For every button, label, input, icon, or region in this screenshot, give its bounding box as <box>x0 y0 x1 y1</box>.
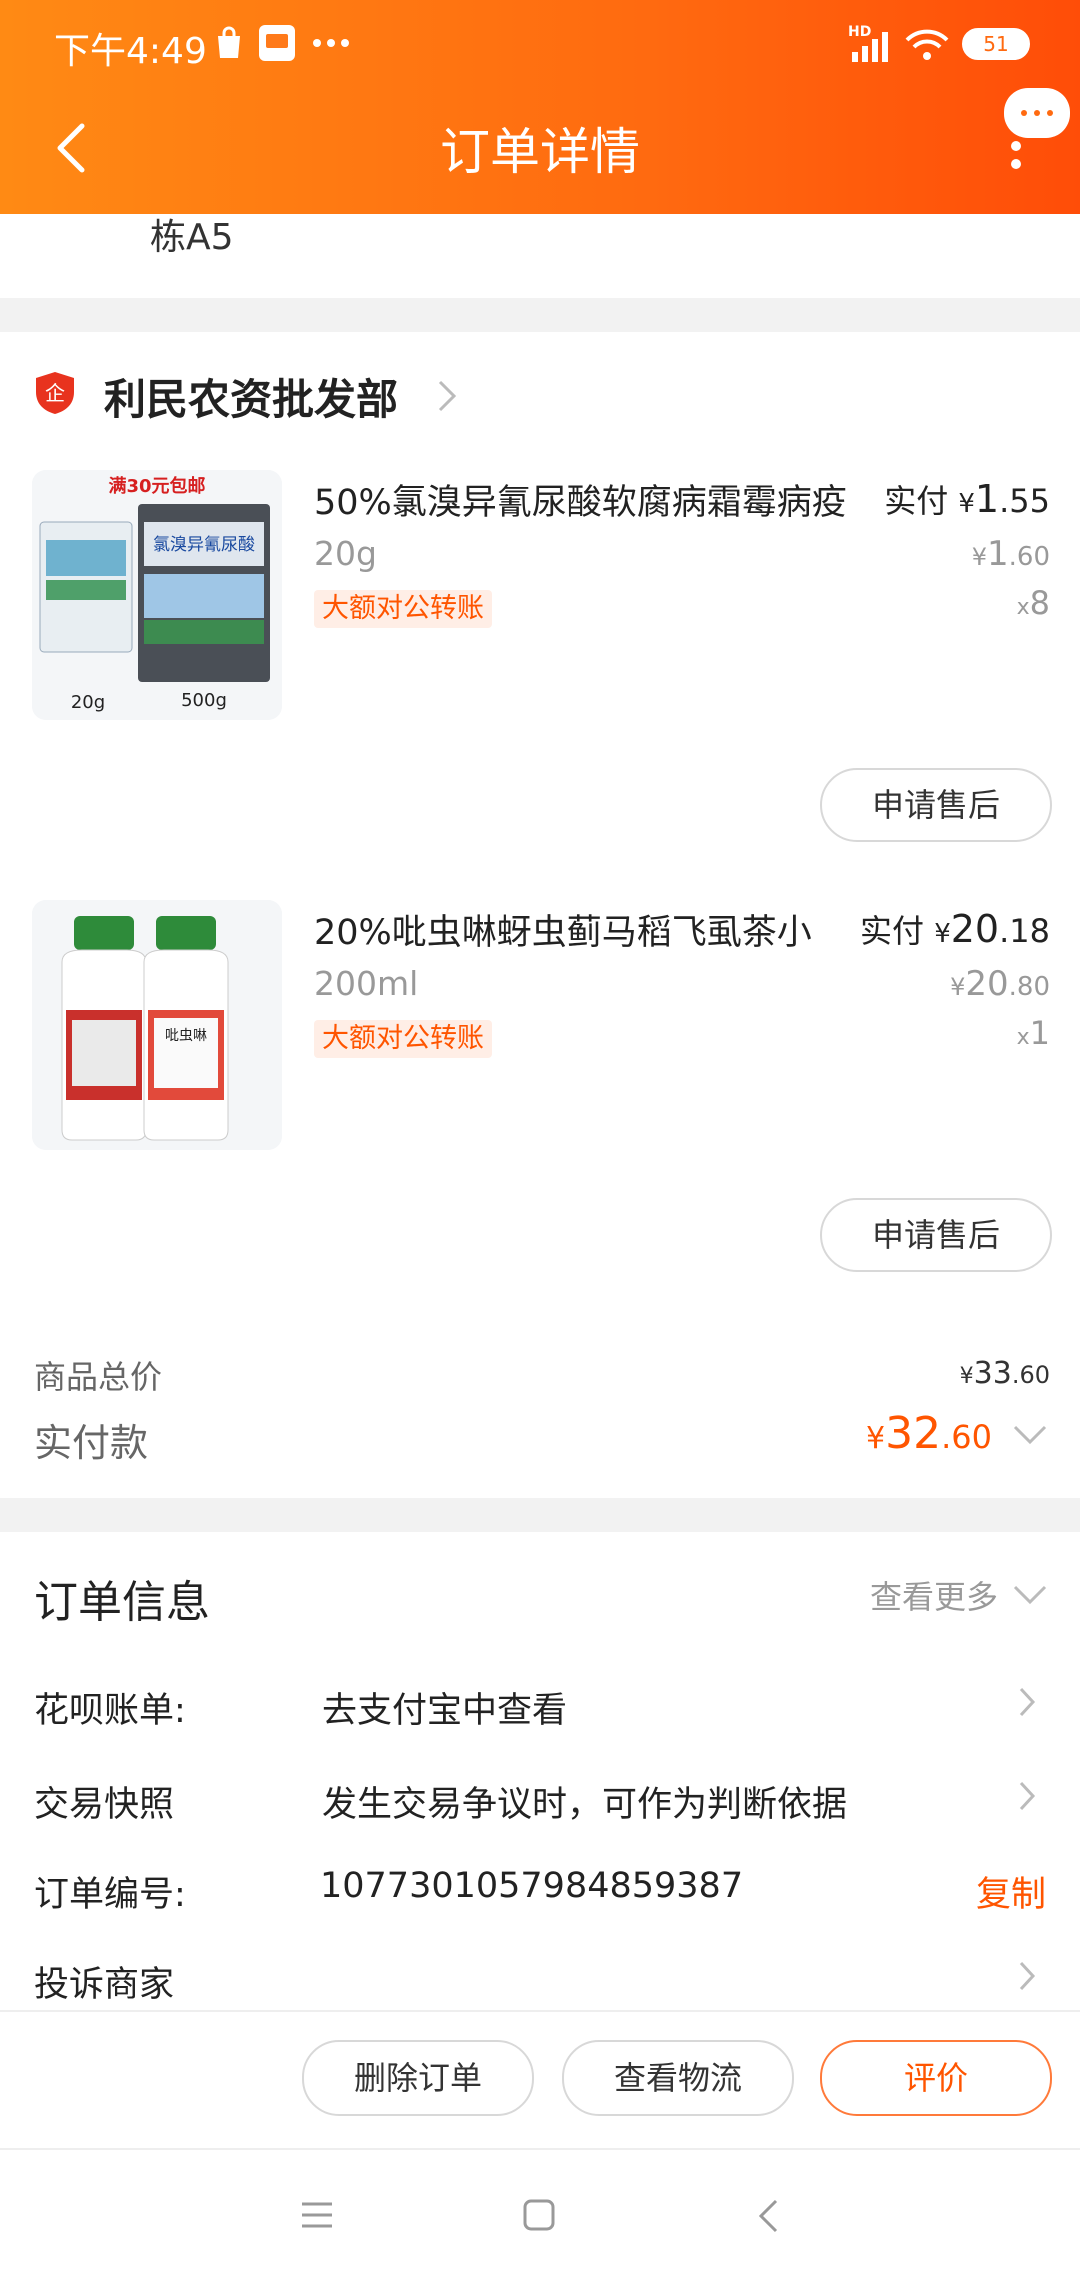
signal-icon <box>852 32 888 62</box>
battery-level: 51 <box>983 32 1009 56</box>
chevron-down-icon[interactable] <box>1012 1584 1048 1606</box>
chevron-right-icon[interactable] <box>436 378 458 414</box>
product-paid-price: 实付 ¥1.55 <box>884 477 1050 521</box>
bottom-bar-divider <box>0 2010 1080 2012</box>
view-logistics-button[interactable]: 查看物流 <box>562 2040 794 2116</box>
chevron-down-icon[interactable] <box>1012 1424 1048 1446</box>
product-title[interactable]: 50%氯溴异氰尿酸软腐病霜霉病疫 <box>314 474 847 525</box>
order-number-label: 订单编号: <box>34 1875 186 1915</box>
product-spec: 20g <box>314 534 377 573</box>
address-text: 栋A5 <box>150 217 234 258</box>
huabei-bill-label: 花呗账单: <box>34 1691 186 1731</box>
svg-text:500g: 500g <box>181 690 227 711</box>
product-original-price: ¥20.80 <box>950 964 1050 1004</box>
shop-name[interactable]: 利民农资批发部 <box>104 366 398 427</box>
page-title: 订单详情 <box>440 123 640 181</box>
paid-label: 实付款 <box>34 1421 149 1465</box>
more-notifications-icon <box>313 39 349 47</box>
product-image[interactable]: 满30元包邮 氯溴异氰尿酸 20g 500g <box>32 470 282 720</box>
svg-text:吡虫啉: 吡虫啉 <box>165 1028 207 1044</box>
product-image[interactable]: 吡虫啉 <box>32 900 282 1150</box>
svg-text:企: 企 <box>45 381 65 405</box>
chevron-right-icon[interactable] <box>1018 1686 1036 1718</box>
message-bubble-icon[interactable] <box>1004 88 1070 138</box>
nav-bar-divider <box>0 2148 1080 2150</box>
product-quantity: x8 <box>1016 584 1050 622</box>
svg-text:满30元包邮: 满30元包邮 <box>108 475 205 497</box>
product-quantity: x1 <box>1016 1014 1050 1052</box>
battery-indicator: 51 <box>962 28 1030 60</box>
section-divider <box>0 1498 1080 1532</box>
subtotal-label: 商品总价 <box>34 1358 163 1396</box>
mi-store-icon <box>259 25 295 61</box>
copy-button[interactable]: 复制 <box>976 1866 1046 1917</box>
enterprise-shield-icon: 企 <box>36 372 74 414</box>
menu-icon[interactable] <box>300 2200 334 2230</box>
wifi-icon <box>905 29 949 60</box>
delete-order-button[interactable]: 删除订单 <box>302 2040 534 2116</box>
product-title[interactable]: 20%吡虫啉蚜虫蓟马稻飞虱茶小 <box>314 904 812 955</box>
system-back-icon[interactable] <box>756 2198 780 2234</box>
svg-text:20g: 20g <box>71 692 105 713</box>
order-number-value: 1077301057984859387 <box>320 1866 744 1906</box>
chevron-right-icon[interactable] <box>1018 1960 1036 1992</box>
status-time: 下午4:49 <box>54 31 207 72</box>
review-button[interactable]: 评价 <box>820 2040 1052 2116</box>
snapshot-link[interactable]: 发生交易争议时，可作为判断依据 <box>322 1776 847 1827</box>
subtotal-value: ¥33.60 <box>959 1356 1050 1391</box>
more-options-icon[interactable] <box>1004 140 1028 180</box>
home-icon[interactable] <box>522 2198 556 2232</box>
paid-total-value: ¥32.60 <box>866 1408 992 1459</box>
after-sale-button[interactable]: 申请售后 <box>820 768 1052 842</box>
product-original-price: ¥1.60 <box>971 534 1050 574</box>
svg-text:氯溴异氰尿酸: 氯溴异氰尿酸 <box>153 535 255 555</box>
huabei-bill-link[interactable]: 去支付宝中查看 <box>322 1682 567 1733</box>
section-divider <box>0 298 1080 332</box>
shopping-bag-icon <box>218 26 240 58</box>
product-paid-price: 实付 ¥20.18 <box>860 907 1050 951</box>
view-more-link[interactable]: 查看更多 <box>870 1572 998 1618</box>
payment-tag: 大额对公转账 <box>314 1020 492 1058</box>
order-info-title: 订单信息 <box>34 1577 210 1628</box>
chevron-right-icon[interactable] <box>1018 1780 1036 1812</box>
product-spec: 200ml <box>314 964 419 1003</box>
complain-merchant-label[interactable]: 投诉商家 <box>34 1956 174 2007</box>
after-sale-button[interactable]: 申请售后 <box>820 1198 1052 1272</box>
payment-tag: 大额对公转账 <box>314 590 492 628</box>
snapshot-label: 交易快照 <box>34 1785 175 1825</box>
